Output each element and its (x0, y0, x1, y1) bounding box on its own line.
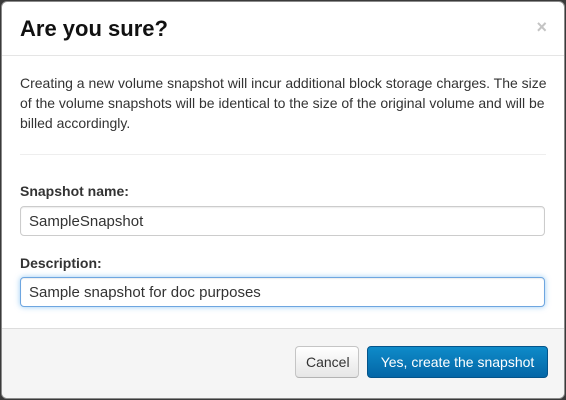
cancel-button[interactable]: Cancel (295, 346, 359, 378)
dialog-header: Are you sure? × (2, 2, 564, 56)
dialog-footer: Cancel Yes, create the snapshot (2, 328, 564, 398)
confirm-dialog: Are you sure? × Creating a new volume sn… (1, 1, 565, 399)
description-label: Description: (20, 255, 102, 271)
create-snapshot-button[interactable]: Yes, create the snapshot (367, 346, 548, 378)
snapshot-name-input[interactable] (20, 206, 545, 236)
dialog-title: Are you sure? (20, 16, 168, 41)
snapshot-name-label: Snapshot name: (20, 183, 129, 199)
warning-message: Creating a new volume snapshot will incu… (20, 75, 547, 131)
close-icon[interactable]: × (536, 17, 547, 37)
description-input[interactable] (20, 277, 545, 307)
divider (20, 154, 546, 155)
